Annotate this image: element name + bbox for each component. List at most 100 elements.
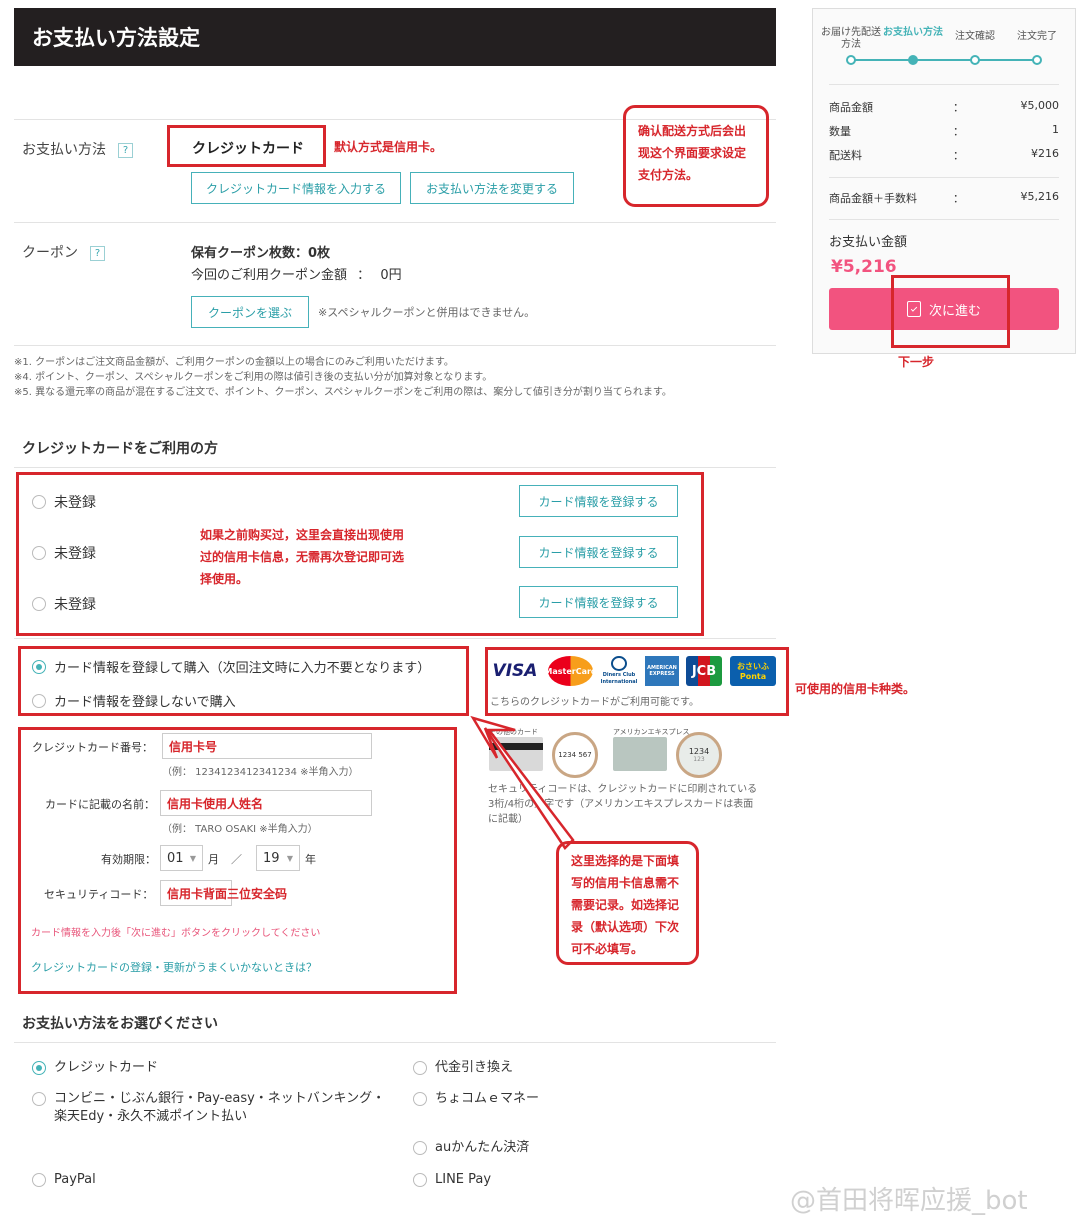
card-number-input[interactable]: 信用卡号 bbox=[162, 733, 372, 759]
divider bbox=[14, 345, 776, 346]
help-icon[interactable]: ? bbox=[118, 142, 133, 158]
card-name-input[interactable]: 信用卡使用人姓名 bbox=[160, 790, 372, 816]
summary-value: ¥5,000 bbox=[1020, 99, 1060, 112]
method-label: 代金引き換え bbox=[435, 1060, 514, 1075]
card-number-label: クレジットカード番号： bbox=[32, 741, 153, 754]
step-dot bbox=[970, 55, 980, 65]
card-name-hint: （例： TARO OSAKI ※半角入力） bbox=[162, 824, 318, 835]
callout-line: 支付方法。 bbox=[638, 168, 699, 182]
page-title: お支払い方法設定 bbox=[14, 8, 776, 66]
card-number-hint: （例： 1234123412341234 ※半角入力） bbox=[162, 767, 359, 778]
callout-line: 现这个界面要求设定 bbox=[638, 146, 747, 160]
radio-button[interactable] bbox=[32, 495, 46, 509]
diners-circle-icon bbox=[611, 656, 627, 671]
summary-value: 1 bbox=[1052, 123, 1059, 136]
method-label: ちょコムｅマネー bbox=[435, 1091, 540, 1106]
progress-line bbox=[851, 59, 1039, 61]
radio-button[interactable] bbox=[32, 1092, 46, 1106]
saved-card-option[interactable]: 未登録 bbox=[32, 492, 96, 512]
divider bbox=[14, 638, 776, 639]
step-dot bbox=[846, 55, 856, 65]
amex-card-image bbox=[613, 737, 667, 771]
summary-colon: ： bbox=[953, 192, 964, 205]
method-credit-card[interactable]: クレジットカード bbox=[32, 1059, 158, 1077]
saved-card-option[interactable]: 未登録 bbox=[32, 594, 96, 614]
coupon-label-text: クーポン bbox=[22, 245, 78, 261]
card-name-label: カードに記載の名前： bbox=[45, 798, 155, 811]
register-card-button[interactable]: カード情報を登録する bbox=[519, 485, 678, 517]
radio-button[interactable] bbox=[32, 693, 46, 708]
payment-method-label-text: お支払い方法 bbox=[22, 142, 106, 158]
annotation-callout-payment-screen: 确认配送方式后会出 现这个界面要求设定 支付方法。 bbox=[623, 105, 769, 207]
expiry-year-select[interactable]: 19 ▼ bbox=[256, 845, 300, 871]
expiry-month-select[interactable]: 01 ▼ bbox=[160, 845, 203, 871]
method-label: コンビニ・じぶん銀行・Pay-easy・ネットバンキング・楽天Edy・永久不滅ポ… bbox=[54, 1091, 386, 1124]
watermark: @首田将晖应援_bot bbox=[790, 1186, 1028, 1216]
annotation-saved-cards: 如果之前购买过，这里会直接出现使用 过的信用卡信息，无需再次登记即可选 择使用。 bbox=[200, 524, 404, 590]
step-payment: お支払い方法 bbox=[883, 27, 943, 38]
payment-method-label: お支払い方法? bbox=[22, 139, 133, 159]
card-form-instruction: カード情報を入力後「次に進む」ボタンをクリックしてください bbox=[31, 928, 321, 939]
step-complete: 注文完了 bbox=[1017, 31, 1057, 42]
month-unit: 月 bbox=[208, 853, 219, 866]
summary-colon: ： bbox=[953, 101, 964, 114]
security-code-input[interactable]: 信用卡背面三位安全码 bbox=[160, 880, 287, 906]
method-au-easy-payment[interactable]: auかんたん決済 bbox=[413, 1139, 529, 1157]
summary-row: 数量 ： 1 bbox=[829, 123, 1059, 139]
annotation-line: 过的信用卡信息，无需再次登记即可选 bbox=[200, 550, 405, 564]
enter-card-info-button[interactable]: クレジットカード情報を入力する bbox=[191, 172, 401, 204]
method-label: クレジットカード bbox=[54, 1060, 159, 1075]
register-card-button[interactable]: カード情報を登録する bbox=[519, 586, 678, 618]
expiry-year-value: 19 bbox=[263, 850, 280, 866]
callout-line: 录（默认选项）下次 bbox=[571, 920, 680, 934]
choose-coupon-button[interactable]: クーポンを選ぶ bbox=[191, 296, 309, 328]
annotation-callout-register: 这里选择的是下面填 写的信用卡信息需不 需要记录。如选择记 录（默认选项）下次 … bbox=[556, 841, 699, 965]
method-convenience-store[interactable]: コンビニ・じぶん銀行・Pay-easy・ネットバンキング・楽天Edy・永久不滅ポ… bbox=[32, 1090, 392, 1126]
amex-code-digits: 1234 bbox=[688, 747, 710, 756]
radio-button[interactable] bbox=[32, 546, 46, 560]
change-payment-method-button[interactable]: お支払い方法を変更する bbox=[410, 172, 574, 204]
next-button-highlight bbox=[891, 275, 1010, 348]
radio-button-selected[interactable] bbox=[32, 1061, 46, 1075]
method-line-pay[interactable]: LINE Pay bbox=[413, 1171, 491, 1189]
annotation-next-step: 下一步 bbox=[898, 355, 935, 369]
radio-button[interactable] bbox=[413, 1141, 427, 1155]
register-yes-label: カード情報を登録して購入（次回注文時に入力不要となります） bbox=[54, 661, 431, 676]
security-code-label: セキュリティコード： bbox=[44, 888, 154, 901]
summary-colon: ： bbox=[953, 149, 964, 162]
divider bbox=[829, 177, 1059, 178]
saved-card-label: 未登録 bbox=[54, 597, 96, 613]
method-cash-on-delivery[interactable]: 代金引き換え bbox=[413, 1059, 513, 1077]
footnote: ※4. ポイント、クーポン、スペシャルクーポンをご利用の際は値引き後の支払い分が… bbox=[14, 372, 493, 383]
summary-value: ¥216 bbox=[1031, 147, 1059, 160]
radio-button[interactable] bbox=[32, 1173, 46, 1187]
register-card-button[interactable]: カード情報を登録する bbox=[519, 536, 678, 568]
callout-line: 可不必填写。 bbox=[571, 942, 644, 956]
total-label: お支払い金額 bbox=[829, 235, 908, 250]
method-chocom[interactable]: ちょコムｅマネー bbox=[413, 1090, 539, 1108]
summary-row: 配送料 ： ¥216 bbox=[829, 147, 1059, 163]
radio-button[interactable] bbox=[32, 597, 46, 611]
help-icon[interactable]: ? bbox=[90, 245, 105, 261]
radio-button-selected[interactable] bbox=[32, 659, 46, 674]
date-separator: ／ bbox=[231, 853, 242, 866]
saved-card-option[interactable]: 未登録 bbox=[32, 543, 96, 563]
expiry-label: 有効期限： bbox=[101, 853, 156, 866]
method-label: auかんたん決済 bbox=[435, 1140, 530, 1155]
credit-card-section-heading: クレジットカードをご利用の方 bbox=[22, 441, 218, 457]
radio-button[interactable] bbox=[413, 1061, 427, 1075]
radio-button[interactable] bbox=[413, 1173, 427, 1187]
card-help-link[interactable]: クレジットカードの登録・更新がうまくいかないときは？ bbox=[31, 959, 317, 975]
amex-label: アメリカンエキスプレス bbox=[613, 728, 690, 736]
register-card-yes-option[interactable]: カード情報を登録して購入（次回注文時に入力不要となります） bbox=[32, 657, 430, 676]
divider bbox=[14, 467, 776, 468]
annotation-line: 择使用。 bbox=[200, 572, 249, 586]
coupon-amount: 今回のご利用クーポン金額 ： 0円 bbox=[191, 264, 402, 283]
method-paypal[interactable]: PayPal bbox=[32, 1171, 96, 1189]
divider bbox=[829, 84, 1059, 85]
step-delivery: お届け先配送方法 bbox=[821, 27, 881, 50]
dropdown-arrow-icon: ▼ bbox=[286, 853, 293, 863]
register-card-no-option[interactable]: カード情報を登録しないで購入 bbox=[32, 691, 236, 710]
summary-label: 配送料 bbox=[829, 149, 862, 162]
radio-button[interactable] bbox=[413, 1092, 427, 1106]
